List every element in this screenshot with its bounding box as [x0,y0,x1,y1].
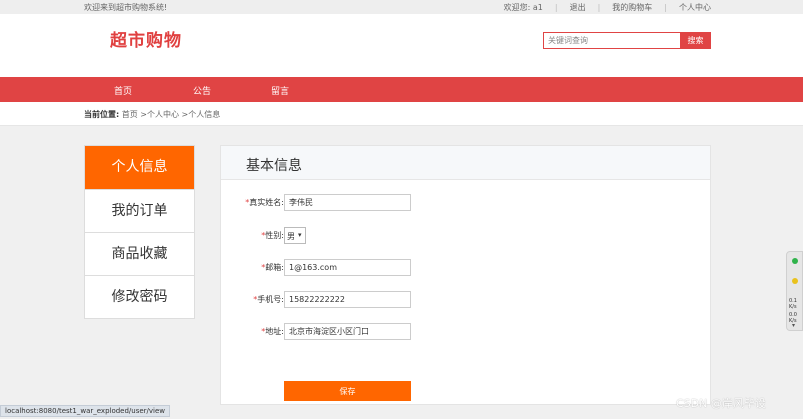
nav-item-home[interactable]: 首页 [114,84,132,97]
breadcrumb: 当前位置: 首页 >个人中心 >个人信息 [84,109,220,120]
upload-unit: K/s [789,304,797,310]
status-yellow-icon [792,278,798,284]
nav-item-message[interactable]: 留言 [271,84,289,97]
cart-link[interactable]: 我的购物车 [612,2,652,13]
address-label: *地址: [261,327,284,336]
phone-field[interactable] [284,291,411,308]
form-row-email: *邮箱: [221,259,712,276]
divider: | [664,3,667,12]
sidebar-item-password[interactable]: 修改密码 [85,275,194,318]
divider: | [597,3,601,12]
phone-label: *手机号: [253,295,284,304]
breadcrumb-label: 当前位置: [84,110,120,119]
form-row-gender: *性别: 男 ▾ [221,227,712,244]
top-bar: 欢迎来到超市购物系统! 欢迎您: a1 | 退出 | 我的购物车 | 个人中心 [0,0,803,14]
breadcrumb-bar: 当前位置: 首页 >个人中心 >个人信息 [0,102,803,126]
panel-header: 基本信息 [221,146,710,180]
profile-link[interactable]: 个人中心 [679,2,711,13]
status-url: localhost:8080/test1_war_exploded/user/v… [0,405,171,417]
divider: | [554,3,558,12]
search-button[interactable]: 搜索 [680,32,711,49]
address-field[interactable] [284,323,411,340]
watermark: CSDN @岸风毕设 [676,397,766,410]
form-row-address: *地址: [221,323,712,340]
expand-arrow-icon[interactable]: ▾ [792,322,795,329]
name-field[interactable] [284,194,411,211]
breadcrumb-path[interactable]: 首页 >个人中心 >个人信息 [122,110,221,119]
email-field[interactable] [284,259,411,276]
gender-label: *性别: [261,231,284,240]
welcome-text: 欢迎来到超市购物系统! [84,3,168,12]
name-label: *真实姓名: [245,198,284,207]
sidebar-item-orders[interactable]: 我的订单 [85,189,194,232]
logout-link[interactable]: 退出 [570,2,586,13]
gender-select[interactable]: 男 ▾ [284,227,306,244]
nav-item-notice[interactable]: 公告 [193,84,211,97]
save-button[interactable]: 保存 [284,381,411,401]
sidebar: 个人信息 我的订单 商品收藏 修改密码 [84,145,195,319]
sidebar-item-favorites[interactable]: 商品收藏 [85,232,194,275]
panel-title: 基本信息 [246,158,302,174]
site-logo[interactable]: 超市购物 [110,26,182,51]
search-input[interactable] [543,32,680,49]
form-row-phone: *手机号: [221,291,712,308]
profile-panel: 基本信息 *真实姓名: *性别: 男 ▾ *邮箱: *手机号: *地址: 保存 [220,145,711,405]
status-green-icon [792,258,798,264]
sidebar-item-profile[interactable]: 个人信息 [85,146,194,189]
form-row-name: *真实姓名: [221,194,712,211]
top-links: 欢迎您: a1 | 退出 | 我的购物车 | 个人中心 [504,2,711,13]
search-box: 搜索 [543,32,711,49]
site-header: 超市购物 搜索 [0,14,803,77]
email-label: *邮箱: [261,263,284,272]
network-monitor-widget[interactable]: 0.1 K/s 0.0 K/s ▾ [786,251,803,331]
chevron-down-icon: ▾ [298,231,302,239]
main-nav: 首页 公告 留言 [0,77,803,102]
user-greeting: 欢迎您: a1 [503,3,543,12]
gender-value: 男 [287,232,295,241]
